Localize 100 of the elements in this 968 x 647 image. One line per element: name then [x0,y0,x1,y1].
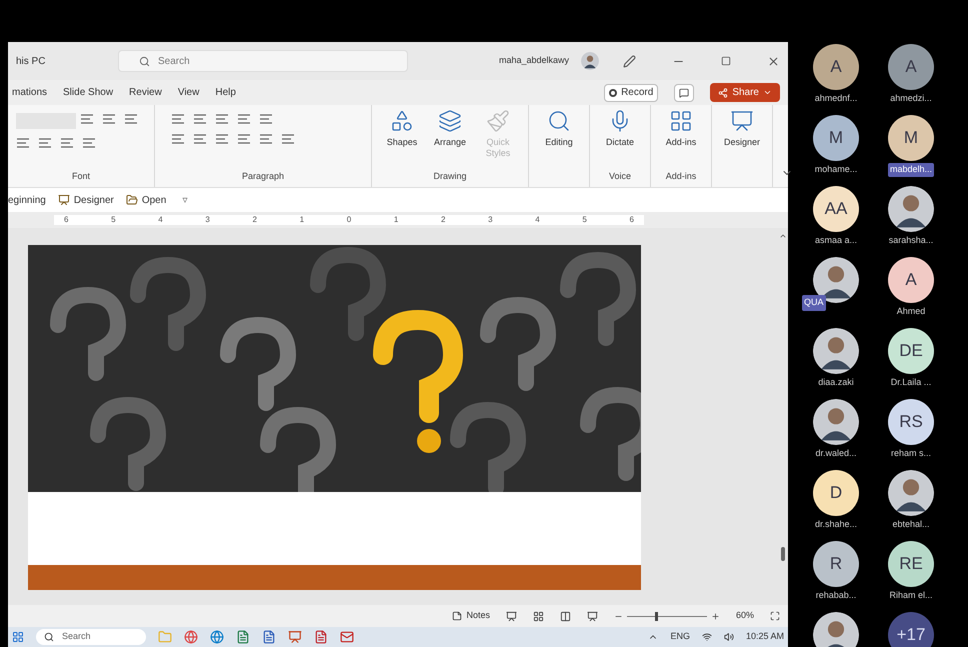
format-icon[interactable] [237,133,251,145]
zoom-thumb[interactable] [654,612,658,620]
ruler-number: 5 [582,214,587,226]
participant-name: dr.waled... [814,447,858,460]
participant-name: ahmedzi... [889,92,933,105]
avatar[interactable]: RS [888,399,934,445]
avatar[interactable]: R [813,541,859,587]
format-icon[interactable] [38,137,52,149]
zoom-reading: 60% [736,609,754,622]
format-icon[interactable] [102,113,116,125]
more-participants-badge[interactable]: +17 [888,612,934,647]
user-name: maha_abdelkawy [498,54,569,68]
avatar[interactable]: AA [813,186,859,232]
avatar[interactable]: RE [888,541,934,587]
format-icon[interactable] [259,133,273,145]
avatar[interactable]: A [888,257,934,303]
participant-name: asmaa a... [814,234,858,247]
avatar[interactable]: M [813,115,859,161]
ruler-number: 1 [300,214,304,226]
avatar[interactable]: A [888,44,934,90]
ruler-number: 6 [64,214,68,226]
participant-name: rehabab... [814,589,858,602]
volume-icon[interactable] [724,632,734,642]
record-button[interactable]: Record [604,84,658,102]
browser-icon[interactable] [210,630,224,644]
ruler-number: 4 [535,214,540,226]
quick-access-button[interactable]: ▿ [182,192,188,208]
format-icon[interactable] [193,133,207,145]
language-indicator[interactable]: ENG [670,630,690,644]
document-icon[interactable] [262,630,276,644]
slideshow-icon[interactable] [586,610,598,622]
close-icon[interactable] [767,54,780,68]
avatar[interactable]: M [888,115,934,161]
format-icon[interactable] [60,137,74,149]
ruler-number: 3 [488,214,493,226]
format-icon[interactable] [16,137,30,149]
ribbon-button[interactable]: Add-ins [659,109,703,148]
ruler-number: 4 [158,214,163,226]
participant-name: sarahsha... [888,234,934,247]
menu-tab[interactable]: View [178,85,200,100]
ribbon-button[interactable]: Shapes [380,109,424,159]
comment-icon [679,88,690,98]
format-icon[interactable] [215,133,229,145]
ruler-number: 1 [394,214,398,226]
menu-tab[interactable]: mations [12,85,48,100]
clock[interactable]: 10:25 AM [746,630,784,644]
ruler-number: 5 [111,214,116,226]
quick-access-button[interactable]: Open [126,192,166,208]
participant-name: ebtehal... [891,518,931,531]
pdf-icon[interactable] [314,630,328,644]
browser-icon[interactable] [184,630,198,644]
quick-access-button[interactable]: eginning [8,192,46,208]
format-icon[interactable] [259,113,273,125]
reading-view-icon[interactable] [560,610,571,622]
share-icon [718,88,728,98]
menu-tab[interactable]: Slide Show [63,85,114,100]
ruler-number: 2 [252,214,257,226]
share-button[interactable]: Share [710,83,780,102]
grid-icon[interactable] [532,610,544,622]
restore-icon[interactable] [721,56,731,66]
comments-button[interactable] [674,84,694,102]
format-icon[interactable] [82,137,96,149]
menu-tab[interactable]: Review [129,85,162,100]
avatar[interactable]: D [813,470,859,516]
participant-name: reham s... [890,447,932,460]
avatar[interactable]: DE [888,328,934,374]
group-label: Add-ins [664,170,698,182]
format-icon[interactable] [80,113,94,125]
notes-button[interactable]: Notes [452,609,490,623]
group-label: Paragraph [240,170,286,183]
format-icon[interactable] [215,113,229,125]
layers-icon [438,109,462,133]
start-icon[interactable] [12,631,24,643]
fit-icon[interactable] [770,611,780,621]
wifi-icon[interactable] [702,632,712,642]
file-location[interactable]: his PC [16,54,106,68]
zoom-in-icon[interactable] [710,612,720,620]
format-icon[interactable] [171,113,185,125]
format-icon[interactable] [193,113,207,125]
ribbon-button[interactable]: Editing [537,109,581,148]
participant-name: QUA [802,295,826,310]
slide[interactable] [28,245,641,590]
format-icon[interactable] [237,113,251,125]
format-icon[interactable] [171,133,185,145]
quick-access-button[interactable]: Designer [58,192,114,208]
presentation-icon [730,109,754,133]
avatar[interactable]: A [813,44,859,90]
format-icon[interactable] [281,133,295,145]
ribbon-button[interactable]: Arrange [428,109,472,159]
format-icon[interactable] [124,113,138,125]
ribbon-button[interactable]: Designer [720,109,764,148]
presentation-icon[interactable] [288,630,302,644]
taskbar-search-field[interactable]: Search [36,629,146,645]
ribbon-button[interactable]: Dictate [598,109,642,148]
spreadsheet-icon[interactable] [236,630,250,644]
menu-tab[interactable]: Help [215,85,236,100]
pen-icon[interactable] [623,54,636,68]
mail-icon[interactable] [340,630,354,644]
search-field[interactable]: Search [118,50,408,72]
scroll-up-icon[interactable] [779,232,787,240]
